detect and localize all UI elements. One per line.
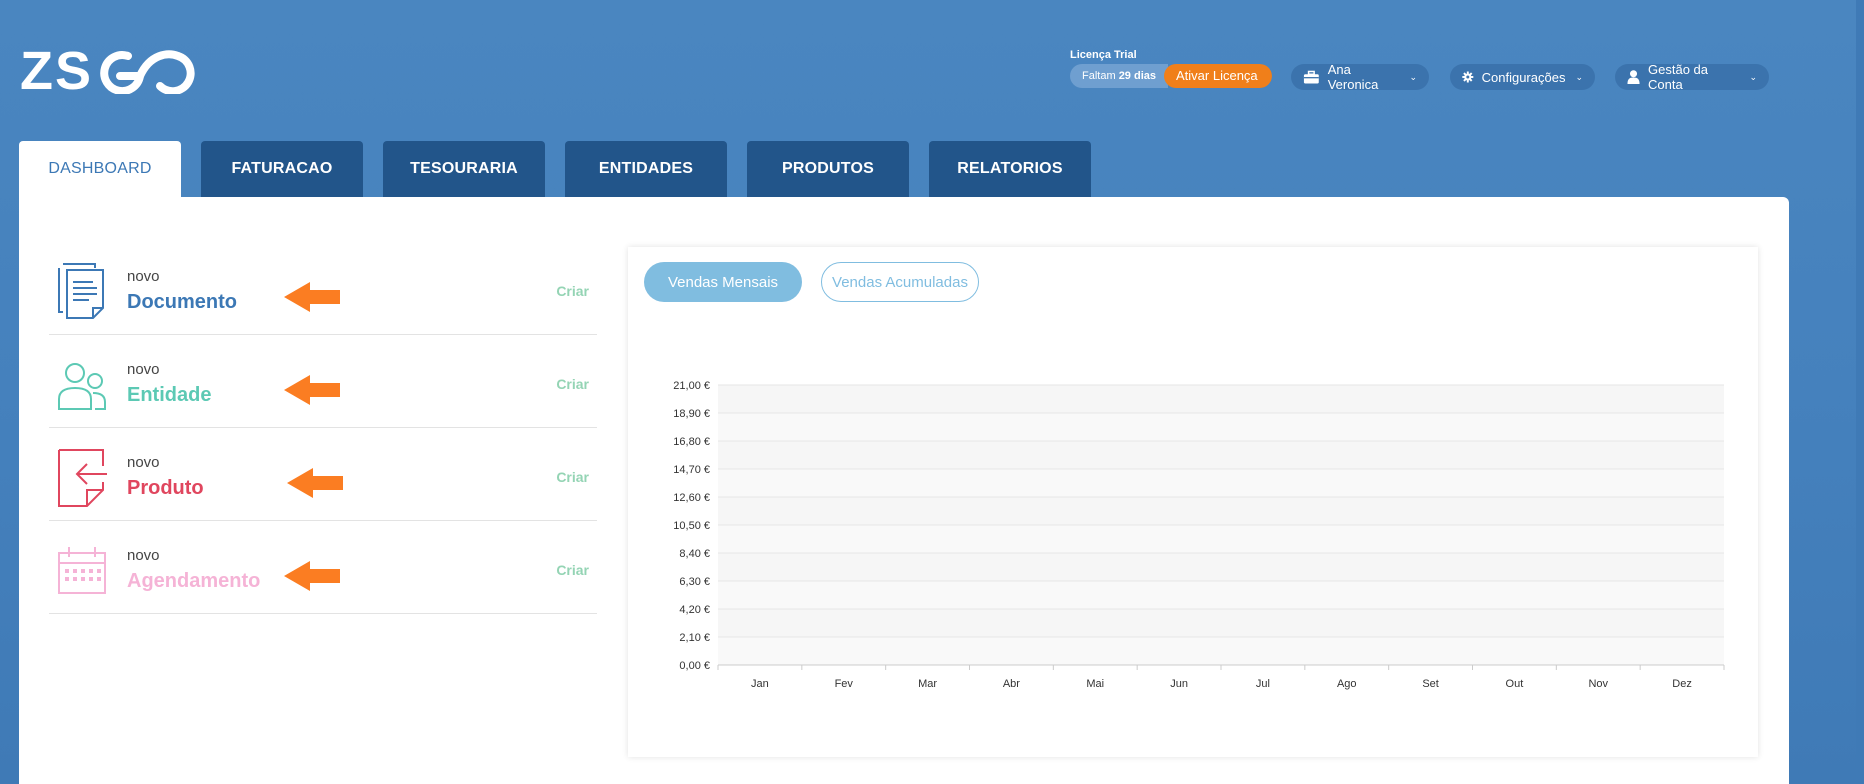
tab-entidades[interactable]: ENTIDADES (565, 141, 727, 197)
page-scrollbar[interactable] (1856, 0, 1864, 784)
y-tick-label: 18,90 € (673, 408, 710, 420)
x-tick-label: Jan (751, 678, 769, 690)
briefcase-icon (1303, 70, 1319, 84)
y-tick-label: 6,30 € (679, 576, 710, 588)
users-icon (58, 363, 106, 410)
quick-create-title: Agendamento (127, 570, 261, 592)
y-tick-label: 10,50 € (673, 520, 710, 532)
grid-band (718, 497, 1724, 525)
license-days-count: 29 dias (1118, 70, 1156, 82)
product-icon (58, 449, 107, 507)
quick-create-entidade[interactable]: novo Entidade Criar (49, 335, 597, 428)
tab-produtos[interactable]: PRODUTOS (747, 141, 909, 197)
document-icon (58, 263, 104, 319)
calendar-icon (58, 547, 106, 594)
account-menu[interactable]: Gestão da Conta ⌄ (1615, 62, 1769, 92)
gear-icon (1462, 71, 1474, 83)
create-produto-link[interactable]: Criar (556, 469, 589, 485)
quick-create-list: novo Documento Criar novo Entidade Criar… (49, 242, 597, 614)
arrow-left-icon (284, 282, 340, 312)
y-tick-label: 14,70 € (673, 464, 710, 476)
main-tabs: DASHBOARD FATURACAO TESOURARIA ENTIDADES… (19, 141, 1091, 197)
x-tick-label: Mai (1086, 678, 1104, 690)
arrow-left-icon (284, 375, 340, 405)
x-tick-label: Dez (1672, 678, 1692, 690)
license-days-prefix: Faltam (1082, 70, 1116, 82)
x-tick-label: Fev (835, 678, 854, 690)
monthly-sales-toggle[interactable]: Vendas Mensais (644, 262, 802, 302)
grid-band (718, 637, 1724, 665)
settings-menu-label: Configurações (1481, 69, 1566, 85)
quick-create-title: Documento (127, 291, 237, 313)
user-icon (1627, 70, 1640, 84)
cumulative-sales-toggle[interactable]: Vendas Acumuladas (821, 262, 979, 302)
monthly-sales-chart: 0,00 € 2,10 € 4,20 € 6,30 € 8,40 € 10,50 € 12,… (673, 380, 1725, 690)
grid-band (718, 413, 1724, 441)
create-documento-link[interactable]: Criar (556, 283, 589, 299)
quick-create-title: Entidade (127, 384, 212, 406)
x-tick-label: Mar (918, 678, 937, 690)
license-label: Licença Trial (1070, 49, 1137, 61)
license-days: Faltam 29 dias (1070, 64, 1168, 88)
create-entidade-link[interactable]: Criar (556, 376, 589, 392)
arrow-left-icon (284, 561, 340, 591)
quick-create-agendamento[interactable]: novo Agendamento Criar (49, 521, 597, 614)
y-tick-label: 4,20 € (679, 604, 710, 616)
chevron-down-icon: ⌄ (1409, 71, 1417, 82)
grid-band (718, 385, 1724, 413)
account-menu-label: Gestão da Conta (1648, 62, 1709, 92)
y-tick-label: 8,40 € (679, 548, 710, 560)
x-tick-label: Set (1422, 678, 1439, 690)
quick-create-produto[interactable]: novo Produto Criar (49, 428, 597, 521)
grid-band (718, 469, 1724, 497)
zsgo-logo: ZS (20, 44, 195, 94)
activate-license-button[interactable]: Ativar Licença (1164, 64, 1272, 88)
x-tick-label: Out (1506, 678, 1524, 690)
arrow-left-icon (287, 468, 343, 498)
grid-band (718, 581, 1724, 609)
company-menu-label: Ana Veronica (1327, 62, 1379, 92)
x-tick-label: Abr (1003, 678, 1020, 690)
dashboard-panel: novo Documento Criar novo Entidade Criar… (19, 197, 1789, 784)
svg-text:ZS: ZS (20, 44, 93, 94)
grid-band (718, 609, 1724, 637)
quick-create-small-label: novo (127, 268, 160, 285)
x-tick-label: Nov (1588, 678, 1608, 690)
tab-dashboard[interactable]: DASHBOARD (19, 141, 181, 197)
quick-create-small-label: novo (127, 361, 160, 378)
tab-tesouraria[interactable]: TESOURARIA (383, 141, 545, 197)
quick-create-small-label: novo (127, 547, 160, 564)
y-tick-label: 21,00 € (673, 380, 710, 392)
y-tick-label: 0,00 € (679, 660, 710, 672)
x-tick-label: Ago (1337, 678, 1357, 690)
x-tick-label: Jun (1170, 678, 1188, 690)
quick-create-title: Produto (127, 477, 204, 499)
grid-band (718, 553, 1724, 581)
settings-menu[interactable]: Configurações ⌄ (1450, 64, 1595, 90)
x-tick-label: Jul (1256, 678, 1270, 690)
y-tick-label: 12,60 € (673, 492, 710, 504)
tab-faturacao[interactable]: FATURACAO (201, 141, 363, 197)
y-tick-label: 2,10 € (679, 632, 710, 644)
quick-create-small-label: novo (127, 454, 160, 471)
tab-relatorios[interactable]: RELATORIOS (929, 141, 1091, 197)
grid-band (718, 441, 1724, 469)
chevron-down-icon: ⌄ (1749, 71, 1757, 82)
grid-band (718, 525, 1724, 553)
license-pill: Faltam 29 dias Ativar Licença (1070, 64, 1272, 88)
create-agendamento-link[interactable]: Criar (556, 562, 589, 578)
chevron-down-icon: ⌄ (1575, 71, 1583, 82)
y-tick-label: 16,80 € (673, 436, 710, 448)
company-menu[interactable]: Ana Veronica ⌄ (1291, 62, 1429, 92)
sales-chart-card: Vendas Mensais Vendas Acumuladas 0,00 € 2… (628, 247, 1758, 757)
quick-create-documento[interactable]: novo Documento Criar (49, 242, 597, 335)
